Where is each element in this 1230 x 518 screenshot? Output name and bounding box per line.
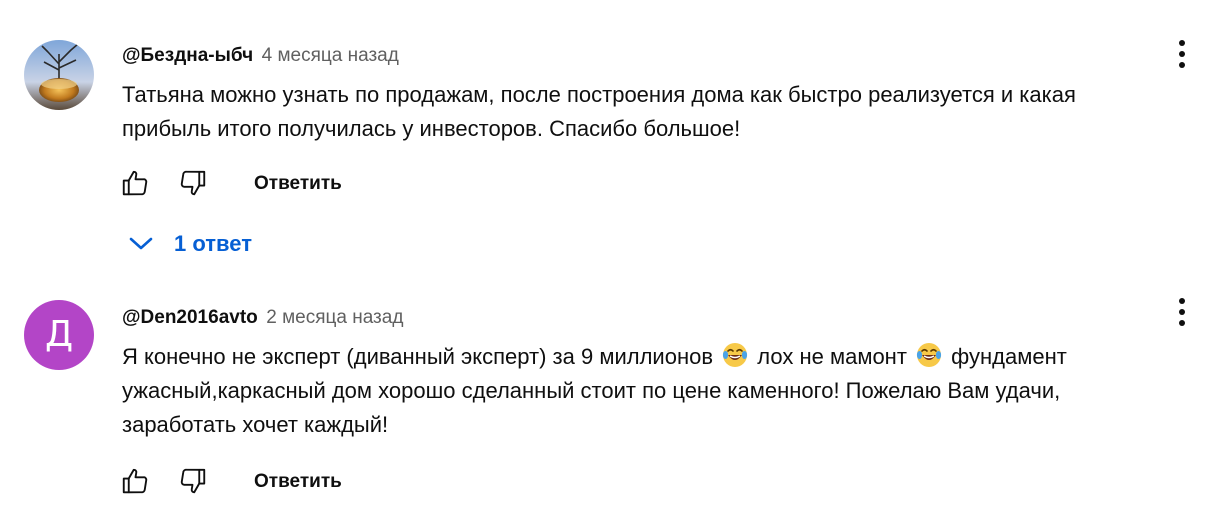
more-vert-icon	[1179, 298, 1185, 304]
chevron-down-icon	[129, 237, 153, 250]
dislike-icon	[180, 170, 206, 196]
comment-time[interactable]: 2 месяца назад	[266, 307, 403, 328]
more-vert-icon	[1179, 40, 1185, 46]
comment-menu-button[interactable]	[1168, 38, 1196, 72]
reply-button[interactable]: Ответить	[254, 170, 342, 198]
avatar-image	[24, 40, 94, 110]
comment-header: @Den2016avto 2 месяца назад	[122, 306, 403, 330]
dislike-button[interactable]	[178, 466, 208, 496]
like-button[interactable]	[120, 466, 150, 496]
dislike-icon	[180, 468, 206, 494]
comment-text-part: Я конечно не эксперт (диванный эксперт) …	[122, 344, 714, 369]
avatar-letter: Д	[44, 314, 74, 355]
laughing-emoji	[916, 343, 942, 367]
reply-button[interactable]: Ответить	[254, 468, 342, 496]
comment-menu-button[interactable]	[1168, 298, 1196, 334]
comment-text: Я конечно не эксперт (диванный эксперт) …	[122, 340, 1217, 442]
replies-count-label: 1 ответ	[174, 231, 252, 256]
like-button[interactable]	[120, 168, 150, 198]
like-icon	[122, 468, 148, 494]
dislike-button[interactable]	[178, 168, 208, 198]
comment-header: @Бездна-ыбч 4 месяца назад	[122, 44, 399, 68]
avatar[interactable]: Д	[24, 300, 94, 370]
laughing-emoji	[723, 343, 748, 367]
comment-text: Татьяна можно узнать по продажам, после …	[122, 82, 1076, 141]
comment-text-part: лох не мамонт	[757, 344, 907, 369]
comment-time[interactable]: 4 месяца назад	[262, 45, 399, 66]
like-icon	[122, 170, 148, 196]
avatar[interactable]	[24, 40, 94, 110]
author-name[interactable]: @Den2016avto	[122, 307, 258, 328]
author-name[interactable]: @Бездна-ыбч	[122, 45, 253, 66]
